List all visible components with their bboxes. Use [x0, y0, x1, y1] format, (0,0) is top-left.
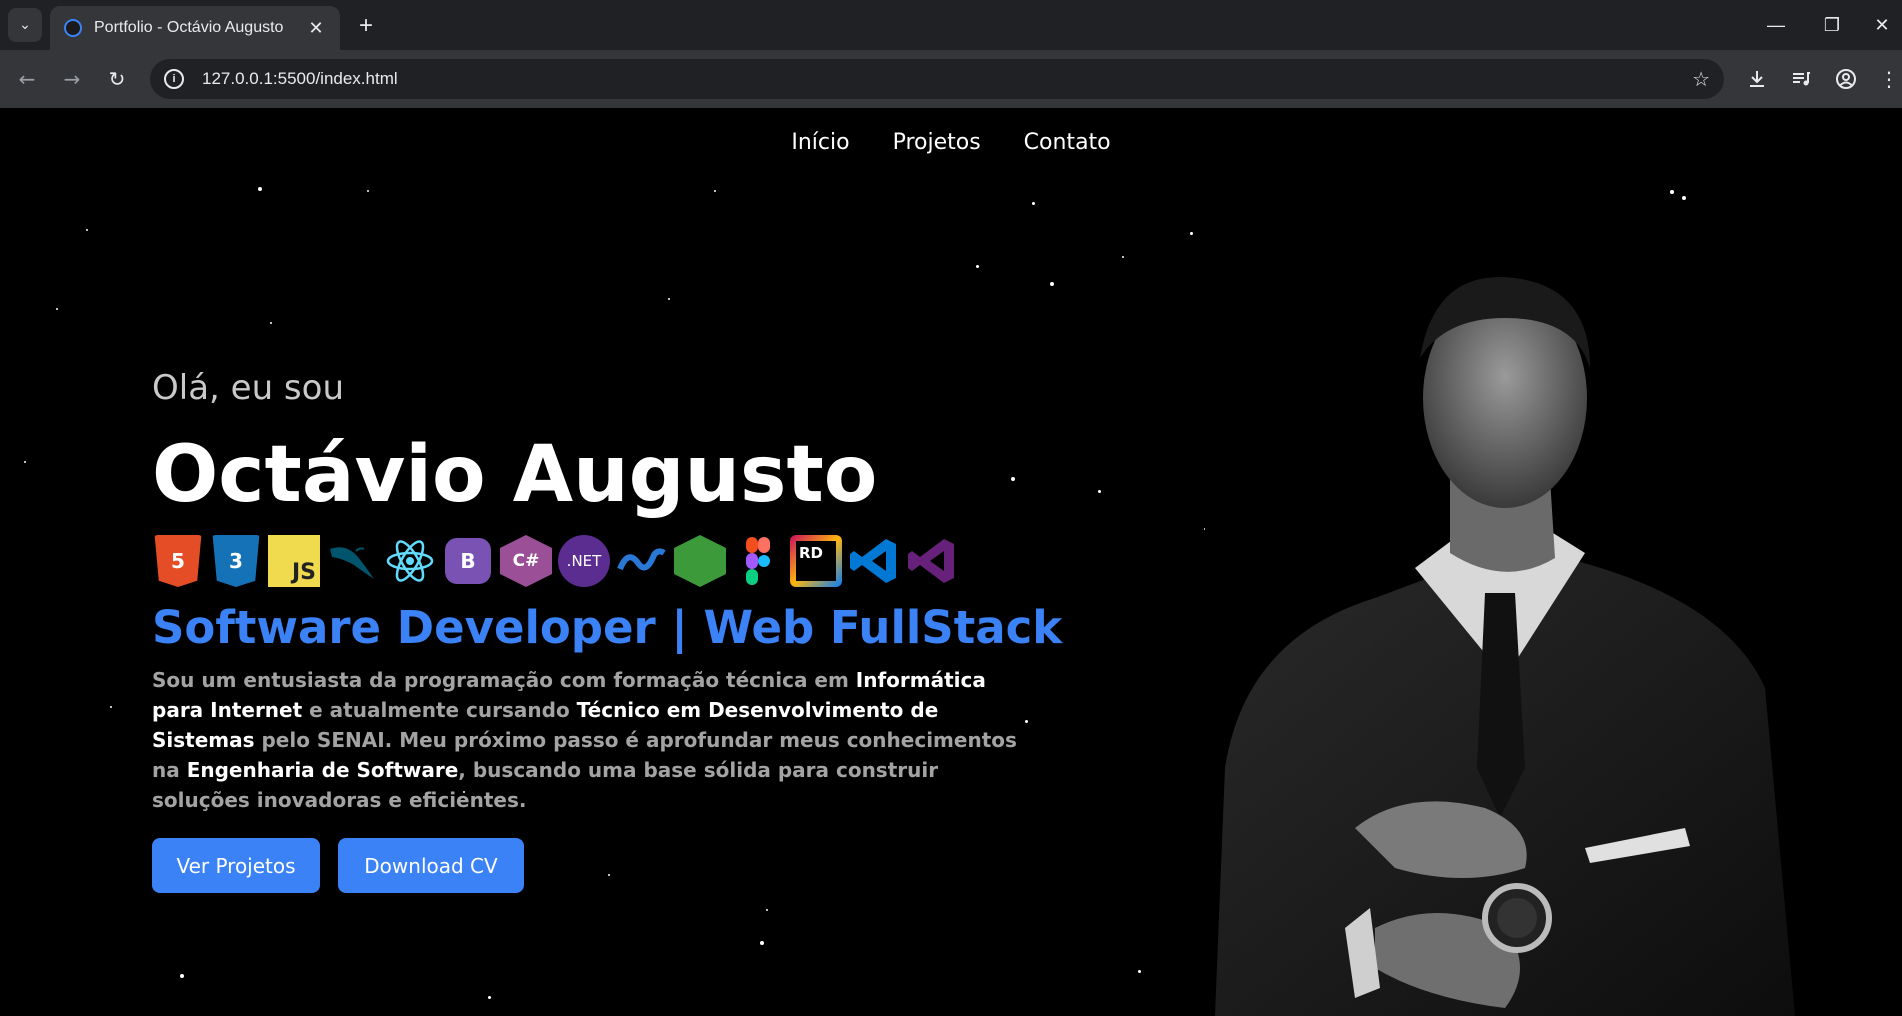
view-projects-button[interactable]: Ver Projetos: [152, 838, 320, 893]
download-icon[interactable]: [1742, 64, 1772, 94]
css3-icon: 3: [212, 535, 260, 587]
back-icon[interactable]: ←: [12, 64, 42, 94]
html5-icon: 5: [154, 535, 202, 587]
star-dot: [1682, 196, 1686, 200]
browser-tabstrip: ⌄ Portfolio - Octávio Augusto ✕ + — ❐ ✕: [0, 0, 1902, 50]
download-cv-button[interactable]: Download CV: [338, 838, 524, 893]
star-dot: [760, 941, 764, 945]
tech-stack: 5 3 JS B C# .NET RD: [152, 535, 958, 587]
site-info-icon[interactable]: i: [164, 69, 184, 89]
star-dot: [56, 308, 58, 310]
media-icon[interactable]: [1786, 64, 1816, 94]
dotnet-icon: [616, 535, 668, 587]
star-dot: [180, 974, 184, 978]
dotnet-core-icon: .NET: [558, 535, 610, 587]
visual-studio-icon: [906, 535, 958, 587]
star-dot: [488, 996, 491, 999]
star-dot: [1670, 190, 1674, 194]
star-dot: [976, 265, 979, 268]
star-dot: [1190, 232, 1193, 235]
minimize-icon[interactable]: —: [1756, 10, 1796, 40]
hero-role: Software Developer | Web FullStack: [152, 601, 1063, 654]
star-dot: [766, 909, 768, 911]
figma-icon: [732, 535, 784, 587]
vscode-icon: [848, 535, 900, 587]
menu-icon[interactable]: ⋮: [1874, 64, 1902, 94]
star-dot: [608, 874, 610, 876]
url-text[interactable]: 127.0.0.1:5500/index.html: [202, 69, 398, 89]
star-dot: [714, 190, 716, 192]
csharp-icon: C#: [500, 535, 552, 587]
nav-link-contato[interactable]: Contato: [1024, 130, 1111, 155]
address-bar[interactable]: i 127.0.0.1:5500/index.html ☆: [150, 59, 1724, 99]
star-dot: [1050, 282, 1054, 286]
rider-icon: RD: [790, 535, 842, 587]
browser-tab[interactable]: Portfolio - Octávio Augusto ✕: [50, 6, 340, 50]
bookmark-star-icon[interactable]: ☆: [1692, 67, 1710, 91]
page-viewport: Início Projetos Contato Olá, eu sou Octá…: [0, 108, 1902, 1016]
tab-search-icon[interactable]: ⌄: [8, 8, 42, 42]
close-icon[interactable]: ✕: [306, 18, 326, 39]
mysql-icon: [326, 535, 378, 587]
star-dot: [367, 190, 369, 192]
javascript-icon: JS: [268, 535, 320, 587]
bootstrap-icon: B: [445, 538, 491, 584]
profile-icon[interactable]: [1831, 64, 1861, 94]
star-dot: [24, 461, 26, 463]
tab-title: Portfolio - Octávio Augusto: [94, 19, 284, 36]
star-dot: [668, 298, 670, 300]
star-dot: [1122, 256, 1124, 258]
star-dot: [270, 322, 272, 324]
site-nav: Início Projetos Contato: [0, 130, 1902, 155]
new-tab-icon[interactable]: +: [352, 12, 380, 40]
star-dot: [1138, 970, 1141, 973]
nav-link-projetos[interactable]: Projetos: [893, 130, 981, 155]
browser-toolbar: ← → ↻ i 127.0.0.1:5500/index.html ☆ ⋮: [0, 50, 1902, 108]
star-dot: [86, 229, 88, 231]
reload-icon[interactable]: ↻: [102, 64, 132, 94]
forward-icon[interactable]: →: [57, 64, 87, 94]
star-dot: [110, 706, 112, 708]
nodejs-icon: [674, 535, 726, 587]
maximize-icon[interactable]: ❐: [1812, 10, 1852, 40]
close-window-icon[interactable]: ✕: [1862, 10, 1902, 40]
profile-photo: [1205, 208, 1803, 1016]
nav-link-inicio[interactable]: Início: [791, 130, 849, 155]
star-dot: [1011, 477, 1015, 481]
hero-bio: Sou um entusiasta da programação com for…: [152, 668, 1017, 812]
star-dot: [258, 187, 262, 191]
star-dot: [1032, 202, 1035, 205]
hero-greeting: Olá, eu sou: [152, 368, 344, 408]
react-icon: [384, 535, 436, 587]
hero-name: Octávio Augusto: [152, 430, 878, 520]
star-dot: [1098, 490, 1101, 493]
favicon-icon: [64, 19, 82, 37]
